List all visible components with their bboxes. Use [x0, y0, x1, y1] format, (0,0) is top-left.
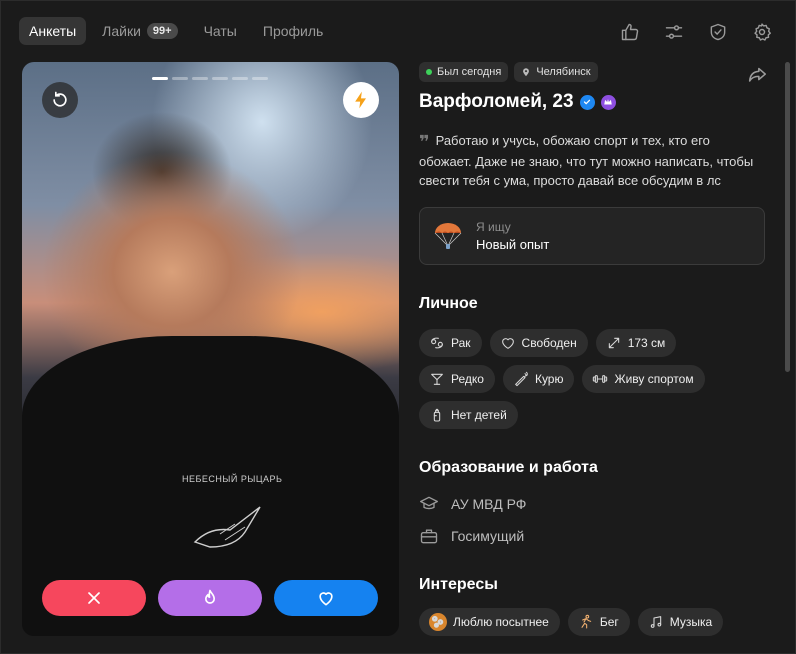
likes-count-badge: 99+: [146, 23, 178, 39]
looking-for-label: Я ищу: [476, 220, 511, 234]
sport-chip: Живу спортом: [582, 365, 705, 393]
bio-text: ❞ Работаю и учусь, обожаю спорт и тех, кт…: [419, 132, 754, 189]
tab-profiles[interactable]: Анкеты: [19, 17, 87, 45]
top-navigation: Анкеты Лайки 99+ Чаты Профиль: [19, 17, 333, 45]
interest-chip: Люблю посытнее: [419, 608, 560, 636]
smoking-chip: Курю: [502, 365, 575, 393]
photo-page-dot[interactable]: [152, 77, 168, 80]
quote-icon: ❞: [419, 132, 430, 152]
interest-chip: Музыка: [637, 608, 724, 636]
briefcase-icon: [420, 529, 438, 544]
share-icon[interactable]: [745, 64, 769, 86]
cocktail-glass-icon: [431, 373, 443, 385]
alcohol-chip: Редко: [419, 365, 495, 393]
parachute-icon: [434, 223, 462, 249]
education-section-title: Образование и работа: [419, 459, 598, 476]
heart-outline-icon: [501, 338, 514, 349]
height-arrows-icon: [608, 337, 619, 349]
city-badge: Челябинск: [514, 62, 598, 82]
photo-page-dot[interactable]: [192, 77, 208, 80]
children-chip: Нет детей: [419, 401, 518, 429]
baby-bottle-icon: [433, 408, 441, 422]
online-dot-icon: [426, 69, 432, 75]
looking-for-text: Я ищу Новый опыт: [476, 220, 549, 252]
online-status-badge: Был сегодня: [419, 62, 509, 82]
height-chip: 173 см: [595, 329, 677, 357]
education-list: АУ МВД РФ Госимущий: [419, 488, 765, 552]
relationship-chip: Свободен: [489, 329, 588, 357]
undo-button[interactable]: [42, 82, 78, 118]
super-like-button[interactable]: [158, 580, 262, 616]
status-row: Был сегодня Челябинск: [419, 62, 765, 82]
tab-profile[interactable]: Профиль: [253, 17, 333, 45]
looking-for-value: Новый опыт: [476, 237, 550, 252]
thumbs-up-icon[interactable]: [617, 19, 643, 45]
crown-icon: [600, 94, 616, 110]
education-item: АУ МВД РФ: [419, 488, 765, 520]
photo-pagination: [152, 77, 268, 80]
shirt-print-graphic: [193, 506, 261, 548]
heart-icon: [319, 592, 333, 606]
sliders-icon[interactable]: [661, 19, 687, 45]
graduation-cap-icon: [420, 496, 438, 510]
cookie-icon: [429, 613, 447, 631]
tab-label: Профиль: [262, 23, 324, 39]
shield-check-icon[interactable]: [705, 19, 731, 45]
shirt-print-text: НЕБЕСНЫЙ РЫЦАРЬ: [182, 474, 283, 484]
photo-page-dot[interactable]: [252, 77, 268, 80]
work-item: Госимущий: [419, 520, 765, 552]
scrollbar[interactable]: [785, 62, 790, 372]
personal-chips: Рак Свободен 173 см Редко Курю Живу спор…: [419, 329, 765, 429]
photo-page-dot[interactable]: [172, 77, 188, 80]
location-pin-icon: [523, 68, 530, 77]
tab-chats[interactable]: Чаты: [194, 17, 247, 45]
personal-section-title: Личное: [419, 295, 478, 312]
gear-icon[interactable]: [749, 19, 775, 45]
profile-details: Был сегодня Челябинск Варфоломей, 23 ❞ Ра…: [419, 62, 767, 644]
like-button[interactable]: [274, 580, 378, 616]
name-row: Варфоломей, 23: [419, 91, 765, 113]
cancer-zodiac-icon: [431, 337, 443, 349]
tab-label: Чаты: [203, 23, 237, 39]
skip-button[interactable]: [42, 580, 146, 616]
interests-chips: Люблю посытнее Бег Музыка: [419, 608, 765, 636]
undo-icon: [53, 91, 67, 107]
photo-page-dot[interactable]: [232, 77, 248, 80]
boost-button[interactable]: [343, 82, 379, 118]
cigarette-icon: [515, 371, 528, 387]
profile-photo[interactable]: НЕБЕСНЫЙ РЫЦАРЬ: [22, 62, 399, 636]
tab-label: Лайки: [102, 23, 141, 39]
top-toolbar: [617, 19, 775, 45]
interests-section-title: Интересы: [419, 576, 498, 593]
music-notes-icon: [650, 616, 661, 628]
tab-likes[interactable]: Лайки 99+: [92, 17, 187, 45]
close-icon: [88, 592, 100, 604]
zodiac-chip: Рак: [419, 329, 482, 357]
lightning-icon: [355, 91, 366, 109]
flame-icon: [205, 589, 215, 604]
swipe-actions: [42, 580, 378, 616]
app-window: Анкеты Лайки 99+ Чаты Профиль НЕБЕСНЫЙ РЫ…: [0, 0, 796, 654]
photo-page-dot[interactable]: [212, 77, 228, 80]
looking-for-card[interactable]: Я ищу Новый опыт: [419, 207, 765, 265]
dumbbell-icon: [593, 375, 608, 383]
tab-label: Анкеты: [29, 23, 77, 39]
verified-check-icon: [579, 94, 595, 110]
interest-chip: Бег: [567, 608, 630, 636]
profile-name: Варфоломей, 23: [419, 91, 574, 112]
runner-icon: [581, 614, 592, 629]
